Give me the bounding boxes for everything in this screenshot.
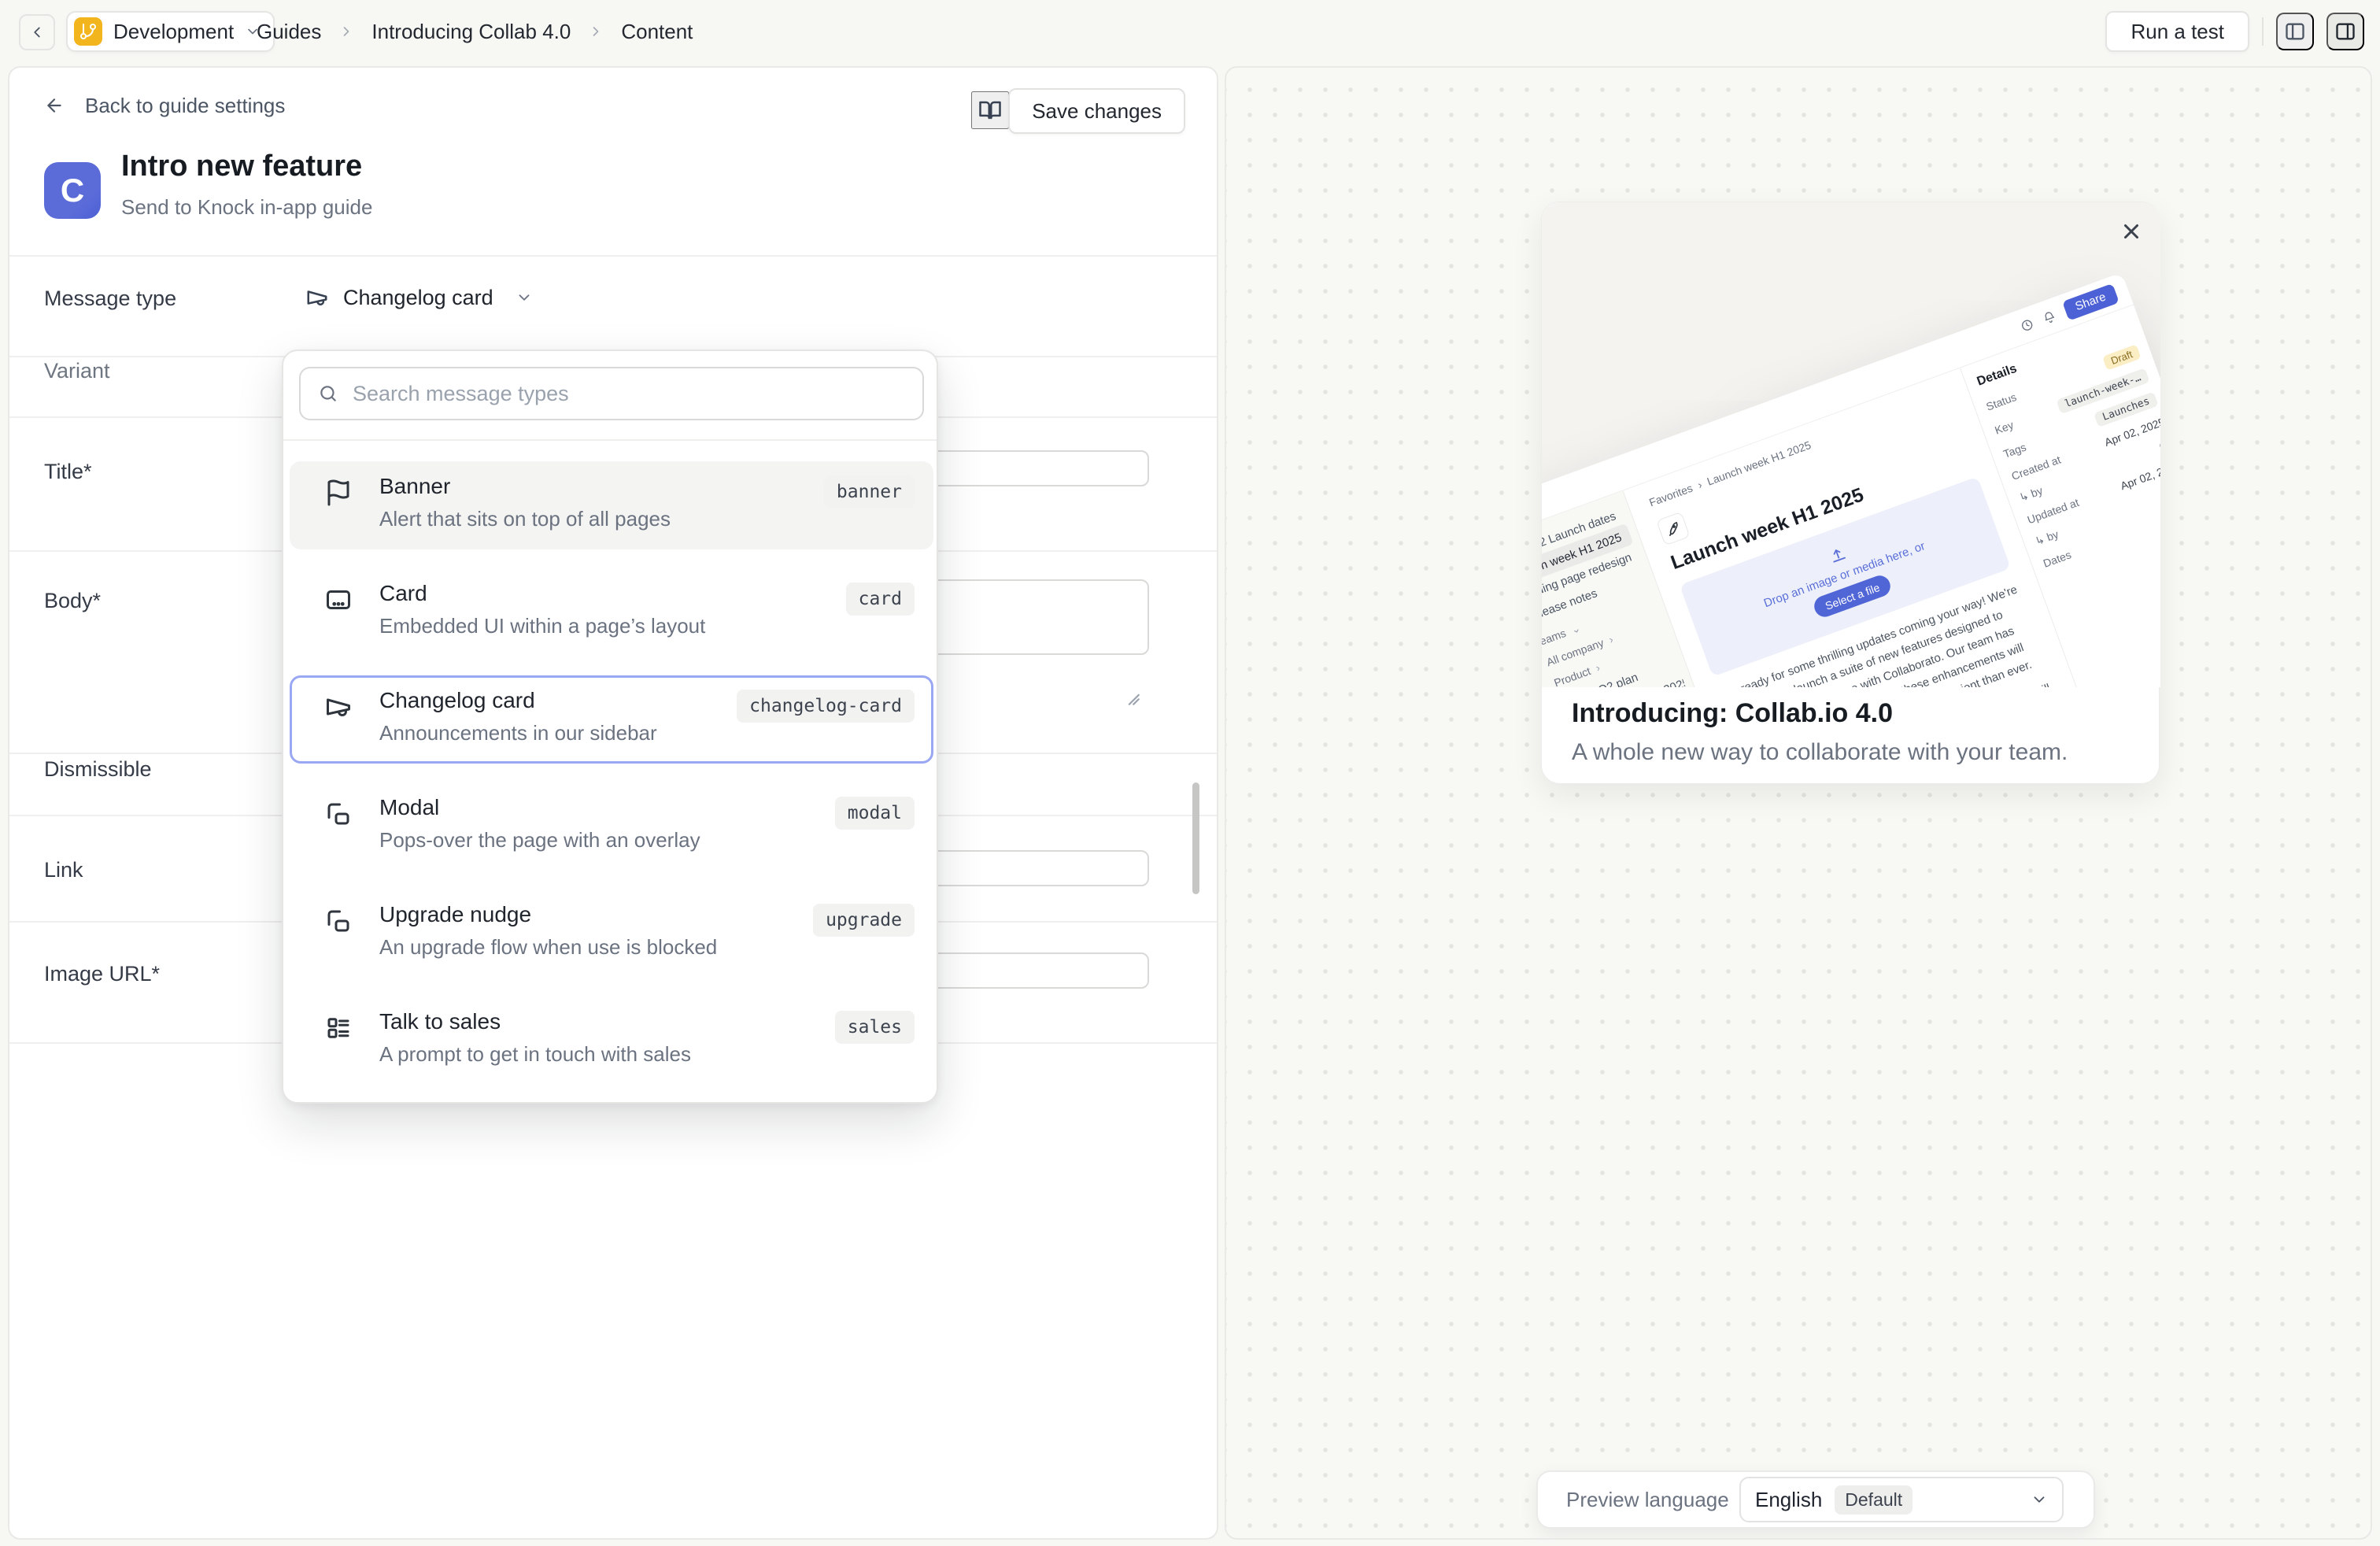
option-name: Modal xyxy=(379,795,700,820)
book-open-icon xyxy=(978,98,1002,122)
message-type-option-upgrade[interactable]: Upgrade nudge An upgrade flow when use is… xyxy=(290,890,933,978)
divider xyxy=(283,439,937,441)
preview-card-subtitle: A whole new way to collaborate with your… xyxy=(1572,739,2068,766)
search-input[interactable] xyxy=(353,382,905,406)
divider xyxy=(9,255,1217,257)
environment-switcher[interactable]: Development xyxy=(66,11,275,52)
git-branch-icon xyxy=(74,17,102,46)
language-value: English xyxy=(1755,1488,1822,1512)
rocket-icon xyxy=(1656,512,1691,546)
list-icon xyxy=(324,1014,353,1042)
upgrade-icon xyxy=(324,907,353,935)
message-type-select[interactable]: Changelog card xyxy=(305,276,533,320)
changelog-preview-card: Share 2025 Q2 Launch datesLaunch week H1… xyxy=(1541,202,2160,784)
chevron-down-icon xyxy=(516,289,533,306)
message-type-option-modal[interactable]: ModalPops-over the page with an overlay … xyxy=(290,782,933,871)
image-url-label: Image URL* xyxy=(44,962,160,986)
guide-subtitle: Send to Knock in-app guide xyxy=(121,195,372,220)
option-key-badge: upgrade xyxy=(813,904,915,937)
editor-toolbar: Back to guide settings Save changes xyxy=(9,80,1217,131)
language-variant-badge: Default xyxy=(1835,1485,1913,1515)
option-description: Announcements in our sidebar xyxy=(379,721,657,745)
message-type-search[interactable] xyxy=(299,367,924,420)
flag-icon xyxy=(324,479,353,507)
message-type-option-sales[interactable]: Talk to sales A prompt to get in touch wi… xyxy=(290,997,933,1085)
option-name: Banner xyxy=(379,474,671,499)
chevron-right-icon xyxy=(338,24,354,39)
top-bar-actions: Run a test xyxy=(2105,0,2364,63)
scrollbar-thumb[interactable] xyxy=(1192,782,1199,894)
environment-label: Development xyxy=(113,20,234,44)
save-button[interactable]: Save changes xyxy=(1008,88,1185,134)
embedded-screenshot: Share 2025 Q2 Launch datesLaunch week H1… xyxy=(1542,272,2160,687)
preview-language-bar: Preview language English Default xyxy=(1536,1470,2095,1529)
option-key-badge: banner xyxy=(824,475,915,509)
preview-card-title: Introducing: Collab.io 4.0 xyxy=(1572,698,1893,729)
option-key-badge: changelog-card xyxy=(737,690,915,723)
breadcrumb: Guides Introducing Collab 4.0 Content xyxy=(257,0,693,63)
preview-image-area: Share 2025 Q2 Launch datesLaunch week H1… xyxy=(1542,202,2160,687)
option-description: Pops-over the page with an overlay xyxy=(379,828,700,853)
megaphone-icon xyxy=(324,693,353,721)
body-label: Body* xyxy=(44,589,101,613)
panel-left-icon xyxy=(2284,20,2306,43)
option-description: A prompt to get in touch with sales xyxy=(379,1042,691,1067)
chevron-right-icon xyxy=(588,24,604,39)
option-key-badge: card xyxy=(846,583,915,616)
back-to-guide-settings-link[interactable]: Back to guide settings xyxy=(44,80,285,131)
message-type-label: Message type xyxy=(44,287,176,311)
bell-icon xyxy=(2041,309,2057,325)
back-link-label: Back to guide settings xyxy=(85,94,285,118)
close-icon[interactable] xyxy=(2119,220,2143,243)
guide-avatar: C xyxy=(44,162,101,219)
megaphone-icon xyxy=(305,286,329,309)
message-type-value: Changelog card xyxy=(343,286,493,310)
search-icon xyxy=(318,383,338,404)
toolbar-divider xyxy=(2262,17,2264,46)
link-label: Link xyxy=(44,858,83,882)
option-key-badge: modal xyxy=(835,797,915,830)
history-back-button[interactable] xyxy=(19,14,55,50)
embedded-body: 2025 Q2 Launch datesLaunch week H1 2025L… xyxy=(1542,305,2160,687)
chevron-left-icon xyxy=(28,24,46,41)
dismissible-label: Dismissible xyxy=(44,757,152,782)
breadcrumb-guides[interactable]: Guides xyxy=(257,20,321,44)
breadcrumb-guide-name[interactable]: Introducing Collab 4.0 xyxy=(371,20,571,44)
resize-handle-icon[interactable] xyxy=(1121,686,1141,707)
history-icon xyxy=(2019,316,2035,333)
option-name: Changelog card xyxy=(379,688,657,713)
option-description: An upgrade flow when use is blocked xyxy=(379,935,717,960)
upload-icon xyxy=(1826,544,1848,566)
option-description: Alert that sits on top of all pages xyxy=(379,507,671,531)
guide-title: Intro new feature xyxy=(121,150,362,183)
breadcrumb-content[interactable]: Content xyxy=(621,20,693,44)
message-type-option-card[interactable]: Card Embedded UI within a page’s layout c… xyxy=(290,568,933,656)
preview-language-label: Preview language xyxy=(1566,1488,1729,1512)
option-name: Talk to sales xyxy=(379,1009,691,1034)
option-key-badge: sales xyxy=(835,1011,915,1044)
option-name: Upgrade nudge xyxy=(379,902,717,927)
option-description: Embedded UI within a page’s layout xyxy=(379,614,705,638)
app-root: { "colors": { "accent":"#5065d6", "selec… xyxy=(0,0,2380,1546)
toggle-left-panel-button[interactable] xyxy=(2276,13,2314,50)
preview-panel: Share 2025 Q2 Launch datesLaunch week H1… xyxy=(1225,66,2372,1540)
card-icon xyxy=(324,586,353,614)
variant-label: Variant xyxy=(44,359,110,383)
panel-right-icon xyxy=(2334,20,2356,43)
docs-button[interactable] xyxy=(971,91,1009,129)
option-name: Card xyxy=(379,581,705,606)
toggle-right-panel-button[interactable] xyxy=(2326,13,2364,50)
top-bar: Development Guides Introducing Collab 4.… xyxy=(0,0,2380,63)
preview-language-select[interactable]: English Default xyxy=(1739,1477,2064,1522)
message-type-popover: Banner Alert that sits on top of all page… xyxy=(282,350,938,1104)
title-label: Title* xyxy=(44,460,92,484)
message-type-option-banner[interactable]: Banner Alert that sits on top of all page… xyxy=(290,461,933,549)
chevron-down-icon xyxy=(2031,1491,2048,1508)
message-type-option-changelog-card[interactable]: Changelog card Announcements in our sideb… xyxy=(290,675,933,764)
modal-icon xyxy=(324,800,353,828)
arrow-left-icon xyxy=(44,95,65,116)
run-test-button[interactable]: Run a test xyxy=(2105,11,2249,52)
